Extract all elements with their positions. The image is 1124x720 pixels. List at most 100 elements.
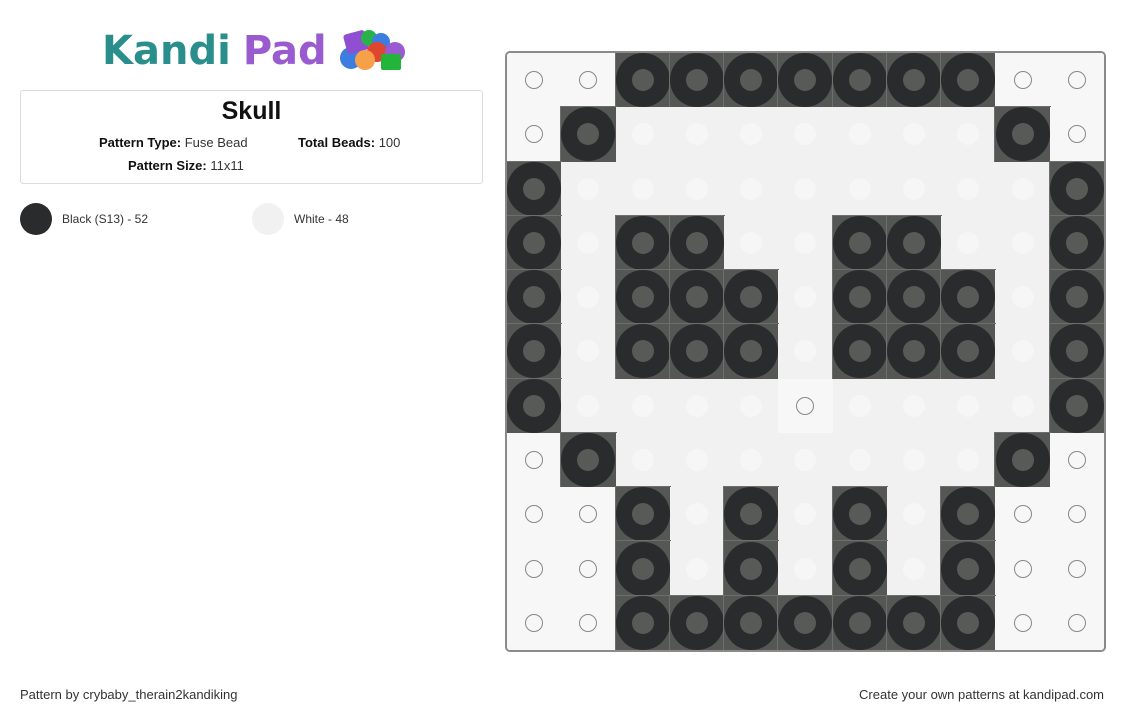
bead-black (507, 269, 563, 326)
white-bead-icon (631, 394, 654, 417)
bead-white (778, 432, 833, 488)
peg-icon (1013, 71, 1032, 90)
white-bead-icon (740, 394, 763, 417)
bead-hole (740, 69, 763, 92)
peg-icon (525, 559, 544, 578)
black-bead-icon (561, 107, 616, 162)
bead-white (561, 161, 616, 216)
bead-hole (848, 557, 871, 580)
black-bead-icon (615, 215, 670, 270)
bead-black (614, 269, 671, 326)
black-bead-icon (615, 270, 670, 325)
kandipad-logo[interactable]: Kandi Pad (102, 26, 413, 76)
bead-black (668, 594, 726, 650)
bead-hole (1065, 231, 1088, 254)
black-bead-icon (724, 270, 779, 325)
white-bead-icon (631, 123, 654, 146)
white-bead-icon (902, 394, 925, 417)
white-bead-icon (685, 123, 708, 146)
total-beads-label: Total Beads: (298, 135, 376, 150)
bead-black (831, 594, 888, 650)
legend-item-white: White - 48 (252, 203, 349, 235)
white-bead-icon (740, 123, 763, 146)
white-bead-icon (794, 448, 817, 471)
bead-black (940, 269, 997, 326)
black-bead-icon (669, 53, 724, 108)
bead-hole (1065, 394, 1088, 417)
bead-white (941, 107, 996, 162)
bead-white (886, 541, 942, 596)
empty-peg (1049, 595, 1104, 650)
bead-hole (902, 340, 925, 363)
peg-icon (796, 396, 815, 415)
pattern-title: Skull (221, 97, 282, 125)
bead-black (831, 53, 888, 109)
bead-hole (740, 503, 763, 526)
bead-white (724, 432, 779, 488)
black-bead-icon (886, 215, 941, 270)
bead-hole (848, 340, 871, 363)
bead-white (778, 541, 833, 596)
bead-black (507, 377, 563, 434)
white-bead-icon (848, 177, 871, 200)
black-bead-icon (941, 541, 996, 596)
peg-icon (1013, 505, 1032, 524)
bead-white (724, 215, 779, 271)
beads-logo-icon (339, 30, 405, 70)
bead-hole (685, 611, 708, 634)
bead-white (886, 378, 942, 433)
bead-hole (902, 286, 925, 309)
peg-icon (579, 505, 598, 524)
bead-black (940, 540, 997, 597)
black-bead-icon (1049, 324, 1104, 379)
bead-hole (523, 286, 546, 309)
bead-hole (794, 611, 817, 634)
empty-peg (507, 432, 562, 488)
bead-hole (957, 611, 980, 634)
bead-hole (740, 340, 763, 363)
bead-white (832, 161, 887, 216)
black-bead-icon (832, 595, 887, 650)
bead-black (1048, 214, 1104, 272)
bead-black (560, 106, 617, 163)
empty-peg (507, 541, 562, 596)
black-bead-icon (615, 541, 670, 596)
black-bead-icon (669, 324, 724, 379)
bead-black (723, 540, 780, 597)
black-bead-icon (724, 595, 779, 650)
bead-hole (902, 69, 925, 92)
black-bead-icon (886, 270, 941, 325)
empty-peg (995, 53, 1050, 108)
black-bead-icon (832, 270, 887, 325)
bead-pattern-board (505, 51, 1106, 652)
bead-black (940, 323, 997, 380)
white-bead-icon (794, 123, 817, 146)
peg-icon (579, 71, 598, 90)
bead-white (615, 432, 670, 488)
logo-text-kandi: Kandi (102, 28, 231, 74)
bead-white (941, 215, 996, 271)
white-bead-icon (794, 231, 817, 254)
black-bead-icon (1049, 161, 1104, 216)
bead-hole (523, 177, 546, 200)
black-bead-icon (886, 324, 941, 379)
bead-hole (523, 394, 546, 417)
white-bead-icon (631, 448, 654, 471)
bead-white (561, 270, 616, 325)
pattern-type-value: Fuse Bead (184, 135, 248, 150)
kandipad-promo-link[interactable]: Create your own patterns at kandipad.com (859, 687, 1104, 702)
bead-white (561, 324, 616, 379)
white-bead-icon (1011, 231, 1034, 254)
color-swatch-white (252, 203, 284, 235)
bead-white (886, 487, 942, 542)
black-bead-icon (1049, 215, 1104, 270)
bead-white (778, 215, 833, 271)
bead-white (669, 487, 725, 542)
bead-hole (685, 231, 708, 254)
white-bead-icon (957, 177, 980, 200)
white-bead-icon (848, 448, 871, 471)
bead-white (561, 215, 616, 271)
pattern-size-value: 11x11 (210, 158, 244, 173)
white-bead-icon (1011, 394, 1034, 417)
bead-white (941, 432, 996, 488)
